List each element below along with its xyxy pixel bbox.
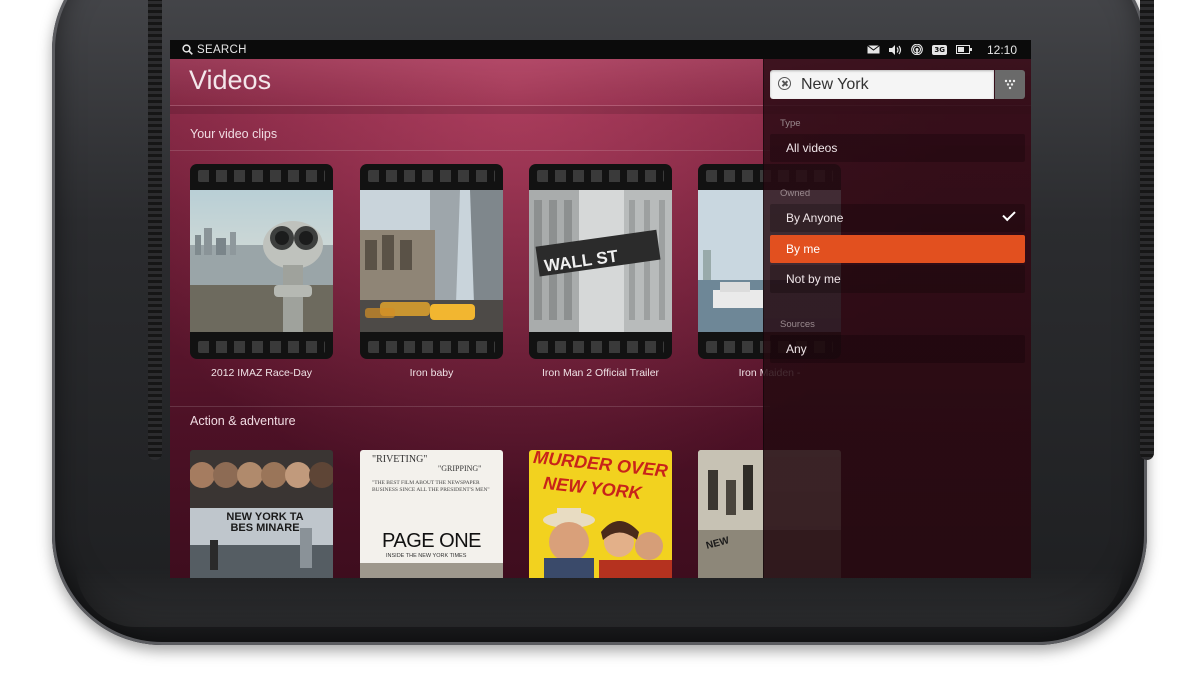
video-thumbnail: [190, 190, 333, 332]
filter-option-not-by-me[interactable]: Not by me: [770, 265, 1025, 293]
search-input[interactable]: [799, 73, 991, 97]
search-label: SEARCH: [197, 43, 247, 56]
filter-group-label-sources: Sources: [780, 319, 815, 330]
network-3g-icon[interactable]: 3G: [932, 44, 947, 55]
video-title: Iron Man 2 Official Trailer: [541, 367, 660, 379]
speaker-grille-right: [1140, 0, 1154, 460]
video-tile[interactable]: 2012 IMAZ Race-Day: [190, 164, 333, 379]
status-bar: SEARCH 3G 12:10: [170, 40, 1031, 59]
filter-option-by-me[interactable]: By me: [770, 235, 1025, 263]
section-title-video-clips[interactable]: Your video clips: [190, 127, 277, 141]
video-tile[interactable]: WALL ST Iron Man 2 Official Trailer: [529, 164, 672, 379]
video-thumbnail: WALL ST: [529, 190, 672, 332]
filter-option-label: All videos: [786, 141, 838, 155]
checkmark-icon: [1002, 207, 1016, 222]
search-box[interactable]: [770, 70, 994, 99]
clear-search-icon[interactable]: [778, 77, 791, 90]
mail-icon[interactable]: [867, 45, 881, 54]
filter-option-by-anyone[interactable]: By Anyone: [770, 204, 1025, 232]
movie-poster[interactable]: MURDER OVER NEW YORK: [529, 450, 672, 578]
speaker-grille-left: [148, 0, 162, 460]
filter-panel: Type All videos Owned By Anyone By me No…: [763, 59, 1031, 578]
video-thumbnail: [360, 190, 503, 332]
poster-subtitle: INSIDE THE NEW YORK TIMES: [386, 553, 467, 559]
movie-poster[interactable]: NEW YORK TA BES MINARE: [190, 450, 333, 578]
section-divider: [170, 406, 770, 407]
filter-toggle-button[interactable]: [995, 70, 1025, 99]
video-tile[interactable]: Iron baby: [360, 164, 503, 379]
search-icon: [182, 44, 193, 55]
poster-quote: "RIVETING": [372, 454, 428, 465]
filter-group-label-type: Type: [780, 118, 801, 129]
section-title-action-adventure[interactable]: Action & adventure: [190, 414, 296, 428]
poster-title: PAGE ONE: [382, 530, 482, 552]
filter-option-label: Any: [786, 342, 807, 356]
movie-poster[interactable]: "RIVETING" "GRIPPING" "THE BEST FILM ABO…: [360, 450, 503, 578]
clock[interactable]: 12:10: [987, 43, 1017, 57]
poster-quote: "GRIPPING": [438, 464, 482, 473]
filter-option-label: Not by me: [786, 272, 841, 286]
filter-option-any[interactable]: Any: [770, 335, 1025, 363]
indicator-area: 3G 12:10: [867, 43, 1017, 57]
battery-icon[interactable]: [955, 45, 972, 54]
filter-option-label: By Anyone: [786, 211, 844, 225]
page-title: Videos: [189, 65, 272, 95]
filter-option-label: By me: [786, 242, 821, 256]
tablet-screen: SEARCH 3G 12:10 Videos Your video clips …: [170, 40, 1031, 578]
video-title: Iron baby: [409, 367, 454, 379]
volume-icon[interactable]: [889, 44, 902, 55]
filter-icon: [1004, 79, 1016, 90]
video-title: 2012 IMAZ Race-Day: [211, 367, 312, 379]
poster-photo-strip: [360, 563, 503, 578]
search-dash-button[interactable]: SEARCH: [182, 44, 247, 56]
poster-title: NEW YORK TA BES MINARE: [226, 511, 304, 534]
poster-art: [543, 508, 672, 578]
wifi-icon[interactable]: [911, 44, 924, 55]
filter-group-label-owned: Owned: [780, 188, 811, 199]
poster-quote: "THE BEST FILM ABOUT THE NEWSPAPER BUSIN…: [372, 480, 490, 493]
section-divider: [170, 150, 770, 151]
filter-option-all-videos[interactable]: All videos: [770, 134, 1025, 162]
